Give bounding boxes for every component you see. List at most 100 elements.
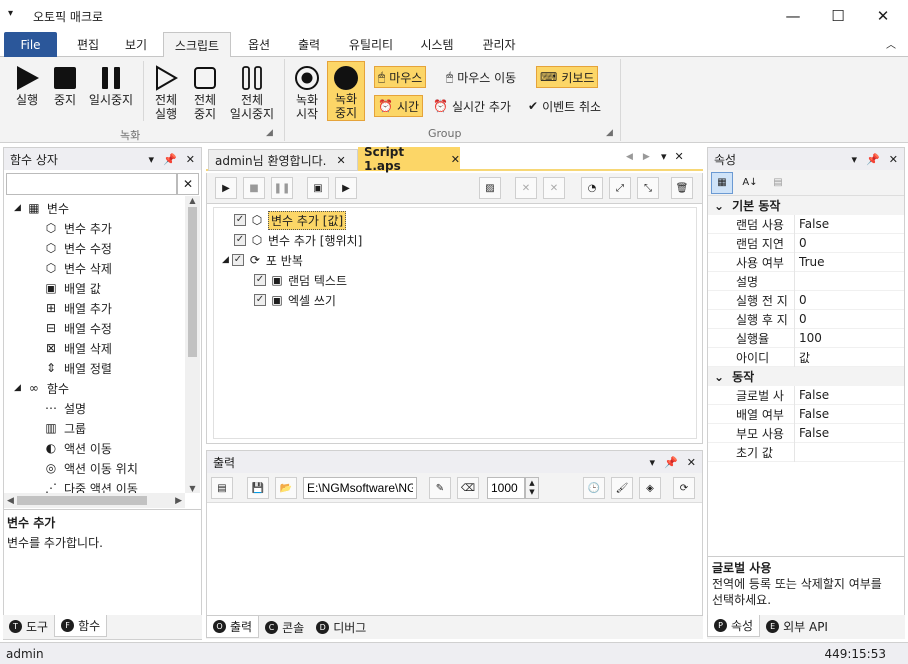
property-row[interactable]: 실행율 100 [708,328,904,348]
tab-options[interactable]: 옵션 [236,32,282,57]
output-pin-icon[interactable]: 📌 [664,456,678,469]
step-checkbox[interactable]: ✓ [234,234,246,246]
property-row[interactable]: 랜덤 사용 False [708,214,904,234]
tab-script1[interactable]: Script 1.aps ✕ [358,145,460,173]
group-expand-icon[interactable]: ◢ [266,128,273,138]
refresh-icon[interactable]: ⟳ [673,477,695,499]
script-stop-icon[interactable]: ■ [243,177,265,199]
properties-dropdown-icon[interactable]: ▾ [852,153,858,166]
tab-view[interactable]: 보기 [114,32,158,57]
function-tree-item[interactable]: ⊟ 배열 수정 [4,318,201,338]
maximize-button[interactable]: ☐ [815,0,861,32]
brush-icon[interactable]: 🖌 [611,477,633,499]
close-button[interactable]: ✕ [860,0,906,32]
dropdown-icon[interactable]: ▾ [149,153,155,166]
collapse-icon[interactable]: ⤡ [637,177,659,199]
script-step[interactable]: ✓ ▣ 엑셀 쓰기 [214,290,696,310]
property-row[interactable]: 아이디 값 [708,347,904,367]
run-all-button[interactable]: 전체 실행 [148,63,184,121]
clock-icon[interactable]: 🕒 [583,477,605,499]
tab-nav-arrows[interactable]: ◀ ▶ [626,152,650,162]
mouse-move-button[interactable]: 🖱 마우스 이동 [443,66,519,88]
property-row[interactable]: 부모 사용 False [708,423,904,443]
property-value[interactable]: False [794,214,904,234]
tab-properties[interactable]: P 속성 [707,615,761,637]
realtime-add-button[interactable]: ⏰ 실시간 추가 [430,95,514,117]
minimize-button[interactable]: — [770,0,816,32]
function-search-input[interactable] [6,173,177,195]
tab-console[interactable]: C 콘솔 [259,616,310,638]
stop-all-button[interactable]: 전체 중지 [187,63,223,121]
pause-button[interactable]: 일시중지 [85,63,137,107]
property-value[interactable]: 0 [794,309,904,329]
delete-all-icon[interactable]: ✕ [543,177,565,199]
pause-all-button[interactable]: 전체 일시중지 [225,63,279,121]
tab-admin[interactable]: 관리자 [472,32,526,57]
property-row[interactable]: 사용 여부 True [708,252,904,272]
collapse-ribbon-icon[interactable]: ︿ [886,36,896,51]
section-collapse-icon[interactable]: ⌄ [714,370,724,384]
property-row[interactable]: 랜덤 지연 0 [708,233,904,253]
function-tree-item[interactable]: ⋯ 설명 [4,398,201,418]
output-dropdown-icon[interactable]: ▾ [650,456,656,469]
property-row[interactable]: 실행 후 지 0 [708,309,904,329]
function-tree-item[interactable]: ⊠ 배열 삭제 [4,338,201,358]
close-script-tab-icon[interactable]: ✕ [451,153,460,166]
close-tab-icon[interactable]: ✕ [336,154,345,167]
tab-list-icon[interactable]: ▾ [661,150,667,163]
script-step[interactable]: ✓ ▣ 랜덤 텍스트 [214,270,696,290]
timer-icon[interactable]: ◔ [581,177,603,199]
clean-icon[interactable]: ✎ [429,477,451,499]
save-icon[interactable]: 💾 [247,477,269,499]
property-row[interactable]: 설명 [708,271,904,291]
folder-icon[interactable]: 📂 [275,477,297,499]
close-icon[interactable]: ✕ [186,153,195,166]
event-cancel-button[interactable]: ✔ 이벤트 취소 [525,95,604,117]
function-tree-item[interactable]: ▣ 배열 값 [4,278,201,298]
time-toggle-button[interactable]: ⏰ 시간 [374,95,424,117]
property-value[interactable] [794,271,904,291]
new-log-icon[interactable]: ▤ [211,477,233,499]
tab-edit[interactable]: 편집 [66,32,110,57]
tree-vertical-scrollbar[interactable]: ▲ ▼ [185,196,200,493]
system-menu-icon[interactable]: ▾ [8,8,13,19]
stop-button[interactable]: 중지 [48,63,82,107]
trash-icon[interactable]: 🗑 [671,177,693,199]
function-tree-item[interactable]: ⇕ 배열 정렬 [4,358,201,378]
property-pages-icon[interactable]: ▤ [767,172,789,194]
step-checkbox[interactable]: ✓ [254,274,266,286]
property-section[interactable]: ⌄ 기본 동작 [708,196,904,215]
tab-system[interactable]: 시스템 [410,32,464,57]
categorized-icon[interactable]: ▦ [711,171,733,194]
tab-external-api[interactable]: E 외부 API [760,615,834,637]
step-checkbox[interactable]: ✓ [234,214,246,226]
property-section[interactable]: ⌄ 동작 [708,367,904,386]
property-value[interactable]: False [794,385,904,405]
script-play-icon[interactable]: ▶ [215,177,237,199]
alphabetical-icon[interactable]: A↓ [739,172,761,194]
property-value[interactable]: True [794,252,904,272]
line-count-spinner[interactable]: ▲ ▼ [525,477,539,499]
record-stop-button[interactable]: 녹화 중지 [327,61,365,121]
record-start-button[interactable]: 녹화 시작 [289,63,325,121]
eraser-icon[interactable]: ⌫ [457,477,479,499]
function-tree-item[interactable]: ◐ 액션 이동 [4,438,201,458]
tab-tools[interactable]: T 도구 [3,615,54,637]
tab-output-log[interactable]: O 출력 [206,616,260,638]
tab-debug[interactable]: D 디버그 [310,616,372,638]
property-row[interactable]: 글로벌 사 False [708,385,904,405]
step-over-icon[interactable]: ▶ [335,177,357,199]
function-tree-item[interactable]: ◢ ∞ 함수 [4,378,201,398]
clear-search-icon[interactable]: ✕ [177,173,199,195]
property-row[interactable]: 배열 여부 False [708,404,904,424]
property-value[interactable]: 100 [794,328,904,348]
tab-welcome[interactable]: admin님 환영합니다. ✕ [208,149,358,171]
step-checkbox[interactable]: ✓ [231,254,244,266]
tab-left-icon[interactable]: ◀ [626,152,633,162]
properties-close-icon[interactable]: ✕ [889,153,898,166]
expand-icon[interactable]: ⤢ [609,177,631,199]
tree-horizontal-scrollbar[interactable]: ◀ ▶ [4,493,185,508]
function-tree-item[interactable]: ⬡ 변수 삭제 [4,258,201,278]
function-tree-item[interactable]: ◎ 액션 이동 위치 [4,458,201,478]
step-into-icon[interactable]: ▣ [307,177,329,199]
